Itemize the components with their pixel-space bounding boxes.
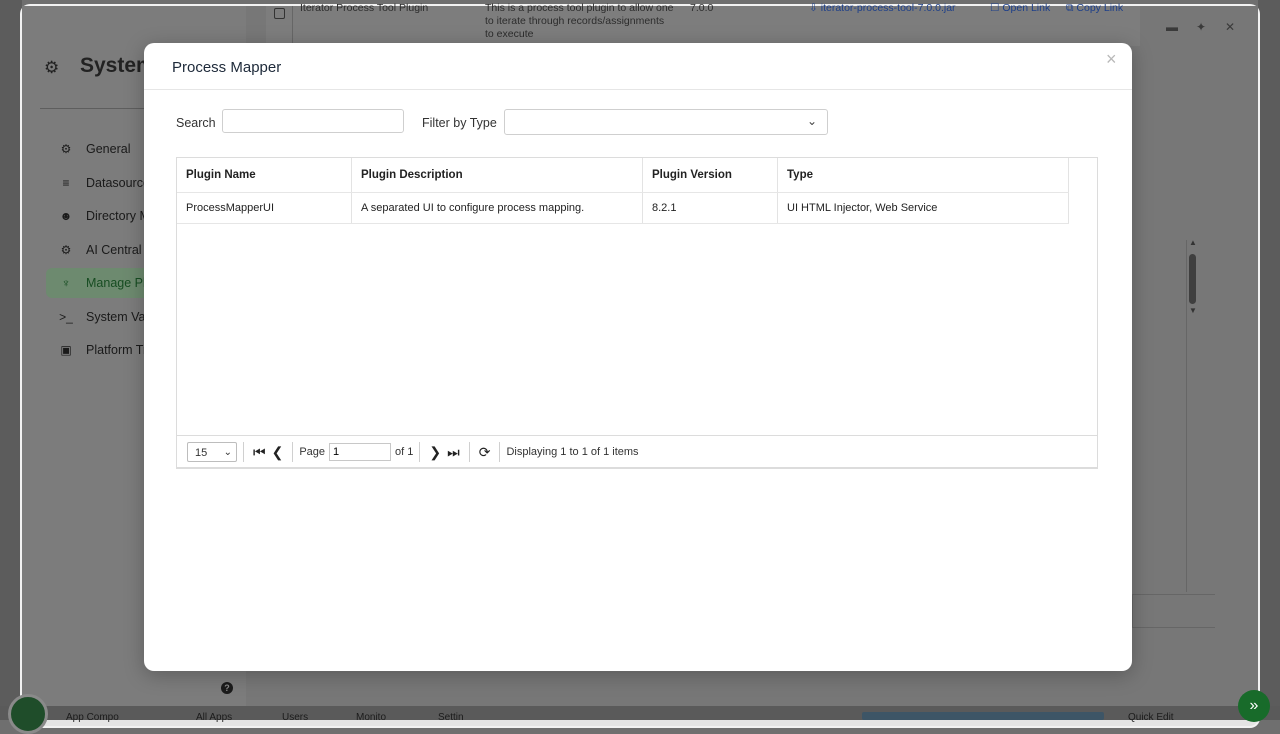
database-icon: ≡ xyxy=(62,176,70,190)
column-header-plugin-description[interactable]: Plugin Description xyxy=(352,158,643,192)
page-number-input[interactable] xyxy=(329,443,392,461)
copy-link-label: Copy Link xyxy=(1076,2,1124,14)
scroll-up-icon[interactable]: ▲ xyxy=(1189,238,1197,247)
sidebar-item-label: Manage Pl xyxy=(86,276,146,290)
sidebar-item-label: General xyxy=(86,142,131,156)
open-link-label: Open Link xyxy=(1002,2,1051,14)
gear-icon: ⚙ xyxy=(60,142,72,156)
pager-separator xyxy=(419,442,421,462)
filter-type-select[interactable]: ⌄ xyxy=(504,109,828,135)
filter-type-label: Filter by Type xyxy=(422,116,497,130)
close-window-icon[interactable]: ✕ xyxy=(1225,20,1235,34)
background-plugin-description: This is a process tool plugin to allow o… xyxy=(485,2,674,40)
download-icon: ⇩ xyxy=(809,2,818,14)
pin-icon[interactable]: ✦ xyxy=(1196,20,1206,34)
background-open-link[interactable]: ☐ Open Link xyxy=(990,2,1050,14)
app-logo-icon[interactable] xyxy=(8,694,48,734)
bottom-item-app-composer[interactable]: App Compo xyxy=(66,712,119,723)
page-count-label: of 1 xyxy=(395,446,414,458)
sidebar-item-label: Datasource xyxy=(86,176,150,190)
cell-plugin-type: UI HTML Injector, Web Service xyxy=(778,193,1069,223)
cell-plugin-version: 8.2.1 xyxy=(643,193,778,223)
sidebar-item-label: AI Central ( xyxy=(86,243,150,257)
pager-separator xyxy=(243,442,244,462)
users-icon: ☻ xyxy=(59,209,73,223)
gear-icon: ⚙ xyxy=(60,243,72,257)
pager-separator xyxy=(292,442,294,462)
background-plugin-name: Iterator Process Tool Plugin xyxy=(300,2,429,14)
background-plugin-file-name: iterator-process-tool-7.0.0.jar xyxy=(820,2,956,14)
pager-separator xyxy=(468,442,470,462)
background-copy-link[interactable]: ⧉ Copy Link xyxy=(1066,2,1123,15)
id-card-icon: ▣ xyxy=(60,343,72,357)
column-header-plugin-name[interactable]: Plugin Name xyxy=(177,158,352,192)
sidebar-item-label: Platform Tr xyxy=(86,343,148,357)
copy-link-icon: ⧉ xyxy=(1066,2,1074,14)
plugin-table: Plugin Name Plugin Description Plugin Ve… xyxy=(176,157,1098,468)
dialog-title: Process Mapper xyxy=(172,59,282,76)
search-label: Search xyxy=(176,116,216,130)
background-scroll-track xyxy=(1186,240,1187,592)
left-backdrop xyxy=(0,0,22,720)
right-backdrop xyxy=(1258,0,1280,720)
row-checkbox[interactable] xyxy=(274,8,285,19)
chevron-down-icon: ⌄ xyxy=(223,447,232,458)
sidebar-item-label: Directory M xyxy=(86,209,150,223)
background-plugin-file-link[interactable]: ⇩ iterator-process-tool-7.0.0.jar xyxy=(809,2,956,14)
refresh-icon[interactable]: ⟳ xyxy=(476,444,494,461)
page-size-select[interactable]: 15 ⌄ xyxy=(187,442,237,462)
chevron-down-icon: ⌄ xyxy=(806,114,817,128)
quick-edit-toggle[interactable]: Quick Edit xyxy=(1128,712,1174,723)
column-header-plugin-version[interactable]: Plugin Version xyxy=(643,158,778,192)
cell-plugin-description: A separated UI to configure process mapp… xyxy=(352,193,643,223)
background-plugin-version: 7.0.0 xyxy=(690,2,714,14)
pager-separator xyxy=(499,442,501,462)
process-mapper-dialog: Process Mapper × Search Filter by Type ⌄… xyxy=(144,43,1132,671)
previous-page-icon[interactable]: ❮ xyxy=(269,444,287,461)
pagination-bar: 15 ⌄ ⏮ ❮ Page of 1 ❯ ⏭ ⟳ Displaying 1 to… xyxy=(176,435,1098,469)
background-panel-outline xyxy=(1132,594,1215,628)
gears-icon: ⚙ xyxy=(44,58,60,77)
help-icon[interactable]: ? xyxy=(221,682,233,694)
bottom-status-chip xyxy=(862,712,1104,720)
sidebar-item-label: System Va xyxy=(86,310,146,324)
open-link-icon: ☐ xyxy=(990,2,1000,14)
expand-chevron-icon[interactable]: » xyxy=(1238,690,1270,722)
table-row[interactable]: ProcessMapperUI A separated UI to config… xyxy=(177,192,1069,224)
close-icon[interactable]: × xyxy=(1106,49,1117,70)
background-scrollbar[interactable] xyxy=(1189,254,1196,304)
terminal-icon: >_ xyxy=(59,310,73,324)
dialog-header xyxy=(144,43,1132,90)
background-row-select xyxy=(266,6,293,46)
search-input[interactable] xyxy=(222,109,404,133)
next-page-icon[interactable]: ❯ xyxy=(426,444,444,461)
first-page-icon[interactable]: ⏮ xyxy=(250,444,269,461)
minimize-icon[interactable]: ▬ xyxy=(1166,20,1178,34)
page-label: Page xyxy=(299,446,326,458)
bottom-item-settings[interactable]: Settin xyxy=(438,712,464,723)
column-header-type[interactable]: Type xyxy=(778,158,1069,192)
page-size-value: 15 xyxy=(195,447,208,459)
bottom-item-users[interactable]: Users xyxy=(282,712,308,723)
bottom-item-all-apps[interactable]: All Apps xyxy=(196,712,232,723)
plug-icon: ♆ xyxy=(61,276,71,290)
scroll-down-icon[interactable]: ▼ xyxy=(1189,306,1197,315)
last-page-icon[interactable]: ⏭ xyxy=(444,444,463,461)
cell-plugin-name: ProcessMapperUI xyxy=(177,193,352,223)
table-header: Plugin Name Plugin Description Plugin Ve… xyxy=(177,158,1069,192)
bottom-item-monitor[interactable]: Monito xyxy=(356,712,386,723)
pager-status: Displaying 1 to 1 of 1 items xyxy=(506,446,639,458)
